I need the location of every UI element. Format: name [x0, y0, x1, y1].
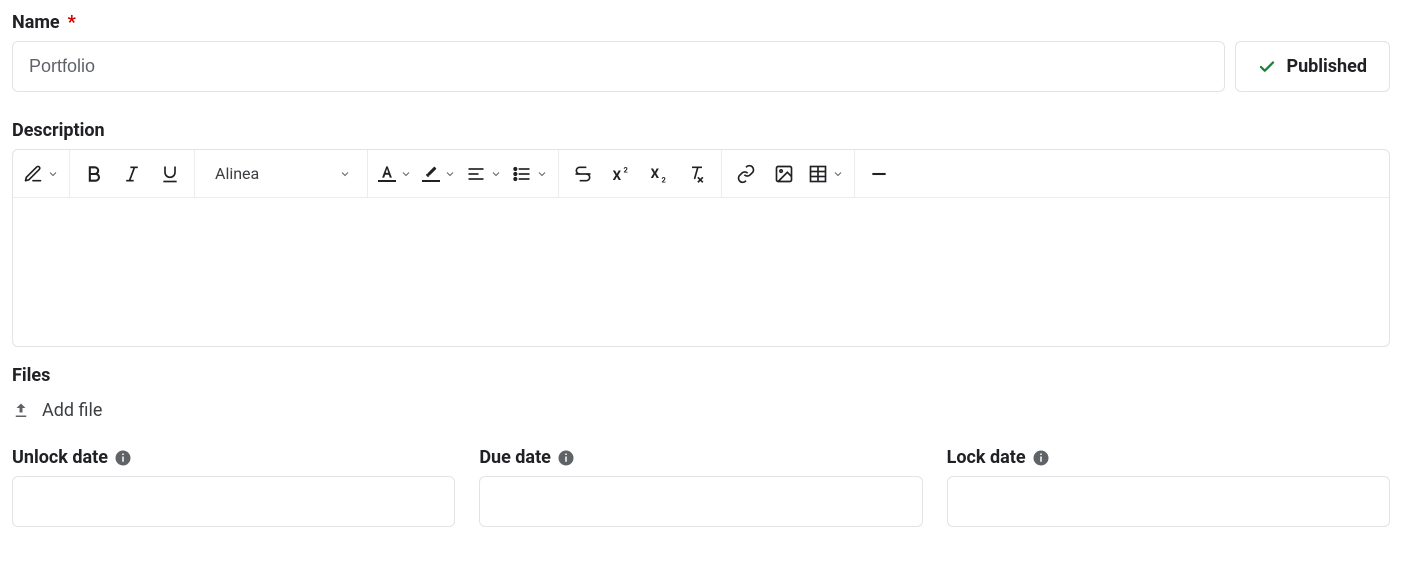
- description-label: Description: [12, 120, 1390, 141]
- italic-button[interactable]: [114, 156, 150, 192]
- align-left-icon: [466, 164, 486, 184]
- files-label-text: Files: [12, 365, 50, 386]
- lock-date-label-text: Lock date: [947, 447, 1026, 468]
- underline-icon: [160, 164, 180, 184]
- list-button[interactable]: [508, 156, 552, 192]
- image-button[interactable]: [766, 156, 802, 192]
- paragraph-style-select[interactable]: Alinea: [201, 156, 361, 192]
- chevron-down-icon: [400, 168, 412, 180]
- text-color-button[interactable]: [374, 156, 416, 192]
- lock-date-label: Lock date: [947, 447, 1390, 468]
- due-date-input[interactable]: [479, 476, 922, 527]
- strikethrough-icon: [573, 164, 593, 184]
- link-icon: [736, 164, 756, 184]
- bold-icon: [84, 164, 104, 184]
- unlock-date-label-text: Unlock date: [12, 447, 108, 468]
- svg-text:X: X: [651, 167, 660, 182]
- superscript-icon: X2: [610, 164, 632, 184]
- add-file-button[interactable]: Add file: [12, 400, 102, 421]
- svg-text:2: 2: [662, 175, 667, 184]
- svg-text:X: X: [613, 168, 622, 183]
- align-button[interactable]: [462, 156, 506, 192]
- svg-text:2: 2: [624, 165, 629, 174]
- info-icon[interactable]: [114, 449, 132, 467]
- unlock-date-input[interactable]: [12, 476, 455, 527]
- due-date-label-text: Due date: [479, 447, 551, 468]
- info-icon[interactable]: [1032, 449, 1050, 467]
- highlight-button[interactable]: [418, 156, 460, 192]
- clear-format-button[interactable]: [679, 156, 715, 192]
- text-color-icon: [378, 165, 396, 179]
- published-status-button[interactable]: Published: [1235, 41, 1390, 92]
- editor-toolbar: Alinea: [13, 150, 1389, 198]
- edit-mode-button[interactable]: [19, 156, 63, 192]
- chevron-down-icon: [490, 168, 502, 180]
- chevron-down-icon: [536, 168, 548, 180]
- add-file-label: Add file: [42, 400, 102, 421]
- horizontal-rule-button[interactable]: [861, 156, 897, 192]
- published-label: Published: [1286, 56, 1367, 77]
- required-indicator: *: [68, 12, 76, 33]
- description-label-text: Description: [12, 120, 105, 141]
- chevron-down-icon: [339, 168, 351, 180]
- name-label: Name *: [12, 12, 1390, 33]
- name-label-text: Name: [12, 12, 60, 33]
- due-date-label: Due date: [479, 447, 922, 468]
- italic-icon: [122, 164, 142, 184]
- superscript-button[interactable]: X2: [603, 156, 639, 192]
- strikethrough-button[interactable]: [565, 156, 601, 192]
- underline-button[interactable]: [152, 156, 188, 192]
- chevron-down-icon: [832, 168, 844, 180]
- upload-icon: [12, 402, 30, 420]
- table-icon: [808, 164, 828, 184]
- check-icon: [1258, 58, 1276, 76]
- chevron-down-icon: [47, 168, 59, 180]
- subscript-icon: X2: [648, 164, 670, 184]
- link-button[interactable]: [728, 156, 764, 192]
- subscript-button[interactable]: X2: [641, 156, 677, 192]
- files-label: Files: [12, 365, 1390, 386]
- table-button[interactable]: [804, 156, 848, 192]
- bold-button[interactable]: [76, 156, 112, 192]
- name-input[interactable]: [12, 41, 1225, 92]
- clear-format-icon: [687, 164, 707, 184]
- lock-date-input[interactable]: [947, 476, 1390, 527]
- highlight-icon: [422, 165, 440, 179]
- list-icon: [512, 164, 532, 184]
- image-icon: [774, 164, 794, 184]
- rich-text-editor: Alinea: [12, 149, 1390, 347]
- horizontal-rule-icon: [869, 164, 889, 184]
- pencil-icon: [23, 164, 43, 184]
- description-editor[interactable]: [13, 198, 1389, 346]
- chevron-down-icon: [444, 168, 456, 180]
- info-icon[interactable]: [557, 449, 575, 467]
- unlock-date-label: Unlock date: [12, 447, 455, 468]
- paragraph-style-label: Alinea: [215, 164, 259, 183]
